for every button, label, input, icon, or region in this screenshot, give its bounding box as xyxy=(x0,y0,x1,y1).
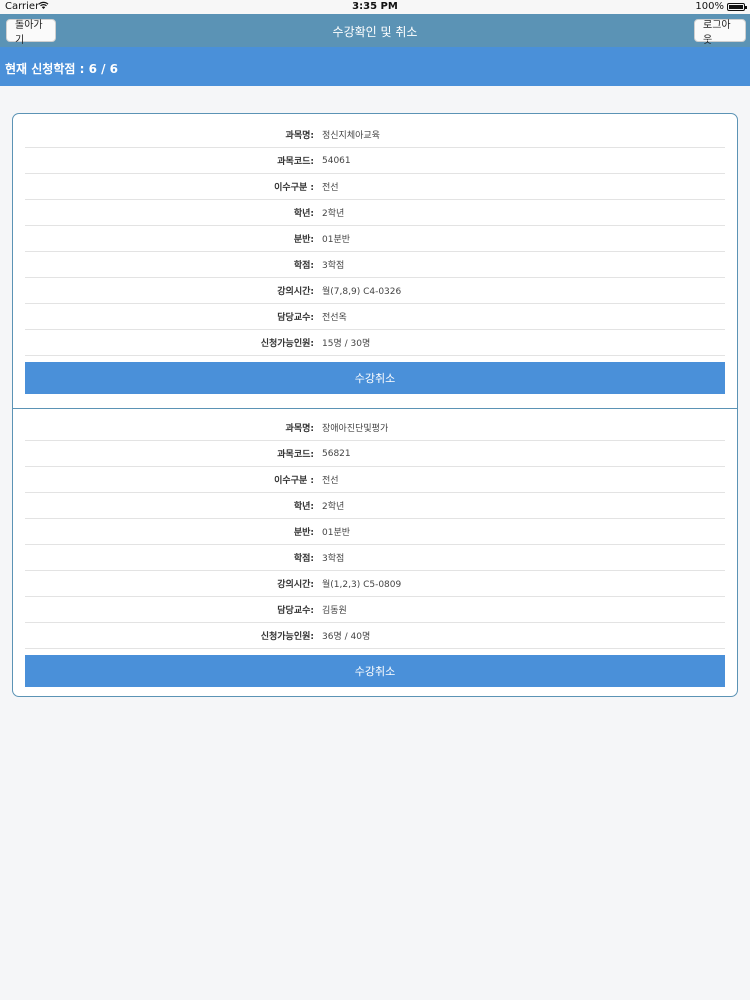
course-professor-row: 담당교수: 전선옥 xyxy=(25,304,725,330)
course-entry: 과목명: 정신지체아교육 과목코드: 54061 이수구분 : 전선 학년: 2학년 분… xyxy=(13,114,737,408)
logout-button[interactable]: 로그아웃 xyxy=(694,19,746,46)
field-label: 담당교수: xyxy=(277,313,314,323)
course-code: 56821 xyxy=(322,448,351,459)
enrolled-courses-card: 과목명: 정신지체아교육 과목코드: 54061 이수구분 : 전선 학년: 2학년 분… xyxy=(12,113,738,697)
course-name: 장애아진단및평가 xyxy=(322,424,389,434)
course-grade-row: 학년: 2학년 xyxy=(25,200,725,226)
current-credits-text: 현재 신청학점 : 6 / 6 xyxy=(5,62,119,76)
page-title: 수강확인 및 취소 xyxy=(332,25,418,39)
credits-summary-bar: 현재 신청학점 : 6 / 6 xyxy=(0,47,750,86)
course-capacity: 15명 / 30명 xyxy=(322,339,371,349)
field-label: 과목코드: xyxy=(277,450,314,460)
course-time-row: 강의시간: 월(7,8,9) C4-0326 xyxy=(25,278,725,304)
course-credits: 3학점 xyxy=(322,261,345,271)
course-time: 월(1,2,3) C5-0809 xyxy=(322,580,402,590)
course-category-row: 이수구분 : 전선 xyxy=(25,467,725,493)
cancel-enrollment-button[interactable]: 수강취소 xyxy=(25,655,725,687)
course-credits-row: 학점: 3학점 xyxy=(25,545,725,571)
course-grade: 2학년 xyxy=(322,209,345,219)
clock: 3:35 PM xyxy=(352,1,398,12)
course-entry: 과목명: 장애아진단및평가 과목코드: 56821 이수구분 : 전선 학년: 2학년 … xyxy=(13,408,737,687)
field-label: 분반: xyxy=(293,235,314,245)
course-category-row: 이수구분 : 전선 xyxy=(25,174,725,200)
battery-indicator: 100% xyxy=(695,1,747,12)
course-category: 전선 xyxy=(322,183,339,193)
navigation-bar: 돌아가기 수강확인 및 취소 로그아웃 xyxy=(0,14,750,47)
course-section-row: 분반: 01분반 xyxy=(25,226,725,252)
cancel-enrollment-button[interactable]: 수강취소 xyxy=(25,362,725,394)
course-capacity-row: 신청가능인원: 36명 / 40명 xyxy=(25,623,725,649)
field-label: 과목명: xyxy=(285,131,314,141)
course-name-row: 과목명: 장애아진단및평가 xyxy=(25,415,725,441)
battery-icon xyxy=(727,2,747,11)
course-category: 전선 xyxy=(322,476,339,486)
course-name-row: 과목명: 정신지체아교육 xyxy=(25,122,725,148)
course-section: 01분반 xyxy=(322,235,351,245)
status-bar: Carrier 3:35 PM 100% xyxy=(0,0,750,14)
course-section-row: 분반: 01분반 xyxy=(25,519,725,545)
field-label: 과목명: xyxy=(285,424,314,434)
course-professor: 김동원 xyxy=(322,606,347,616)
course-code: 54061 xyxy=(322,155,351,166)
field-label: 이수구분 : xyxy=(274,183,314,193)
field-label: 분반: xyxy=(293,528,314,538)
field-label: 과목코드: xyxy=(277,157,314,167)
course-grade: 2학년 xyxy=(322,502,345,512)
course-time: 월(7,8,9) C4-0326 xyxy=(322,287,402,297)
field-label: 강의시간: xyxy=(277,580,314,590)
field-label: 신청가능인원: xyxy=(260,339,314,349)
course-credits: 3학점 xyxy=(322,554,345,564)
course-name: 정신지체아교육 xyxy=(322,131,380,141)
course-code-row: 과목코드: 54061 xyxy=(25,148,725,174)
field-label: 신청가능인원: xyxy=(260,632,314,642)
course-code-row: 과목코드: 56821 xyxy=(25,441,725,467)
field-label: 학년: xyxy=(293,209,314,219)
field-label: 학년: xyxy=(293,502,314,512)
field-label: 학점: xyxy=(293,261,314,271)
course-grade-row: 학년: 2학년 xyxy=(25,493,725,519)
course-professor: 전선옥 xyxy=(322,313,347,323)
course-capacity-row: 신청가능인원: 15명 / 30명 xyxy=(25,330,725,356)
field-label: 이수구분 : xyxy=(274,476,314,486)
course-credits-row: 학점: 3학점 xyxy=(25,252,725,278)
battery-percent: 100% xyxy=(695,1,724,12)
course-professor-row: 담당교수: 김동원 xyxy=(25,597,725,623)
field-label: 학점: xyxy=(293,554,314,564)
course-time-row: 강의시간: 월(1,2,3) C5-0809 xyxy=(25,571,725,597)
field-label: 강의시간: xyxy=(277,287,314,297)
course-capacity: 36명 / 40명 xyxy=(322,632,371,642)
course-section: 01분반 xyxy=(322,528,351,538)
field-label: 담당교수: xyxy=(277,606,314,616)
